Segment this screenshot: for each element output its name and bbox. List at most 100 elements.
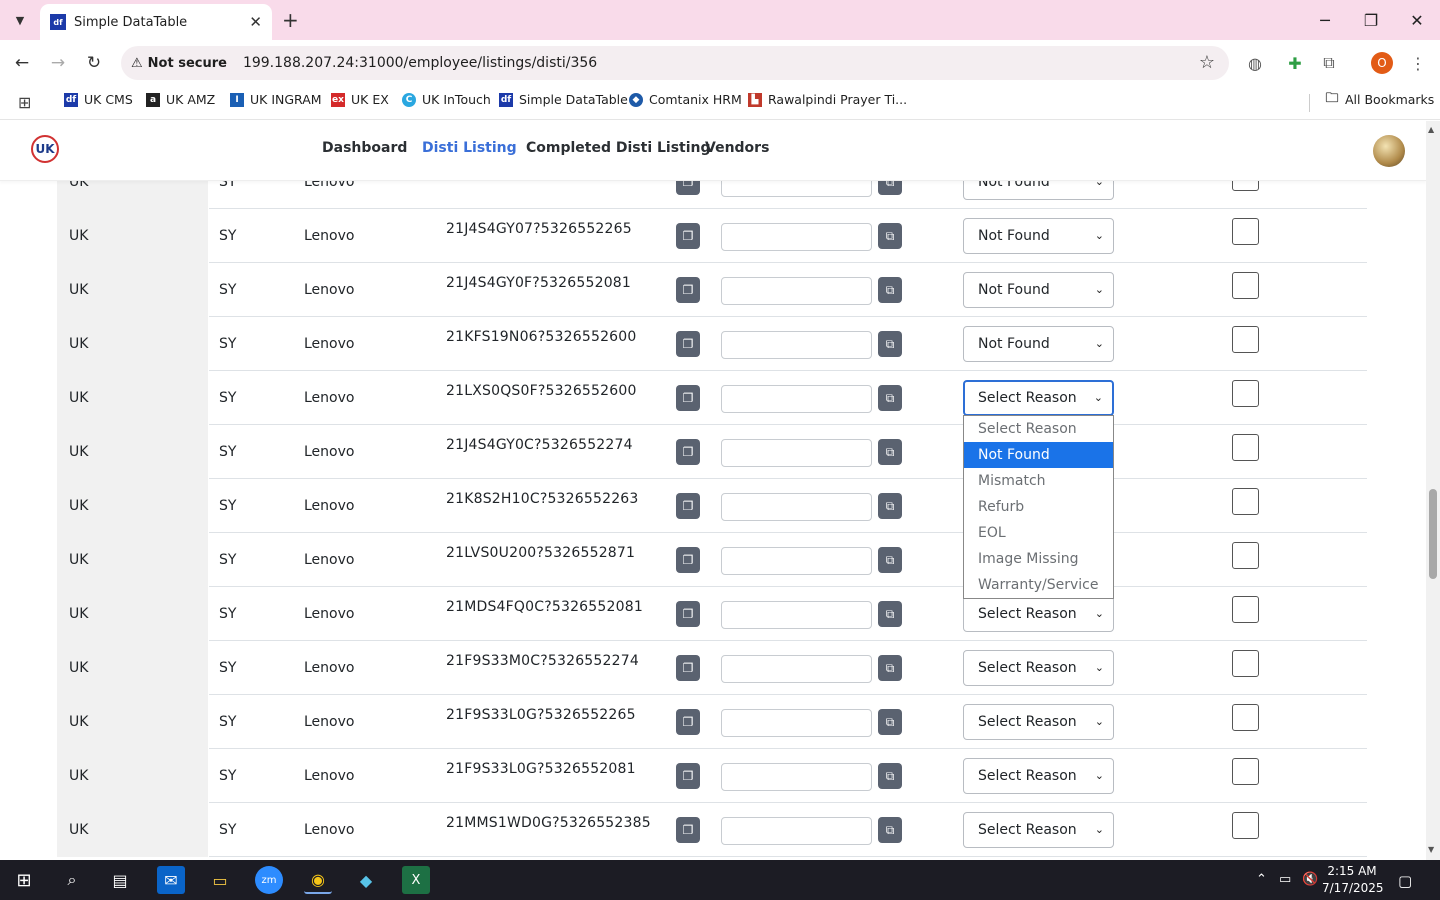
paste-icon[interactable]: ⧉ — [878, 439, 902, 465]
profile-avatar-icon[interactable]: O — [1371, 52, 1393, 74]
forward-arrow-icon[interactable]: → — [45, 50, 71, 76]
bookmark-comtanix-hrm[interactable]: ◆ Comtanix HRM — [629, 92, 742, 107]
apps-grid-icon[interactable]: ⊞ — [18, 93, 31, 112]
reason-select[interactable]: Select Reason ⌄ — [963, 596, 1114, 632]
scrollbar-thumb[interactable] — [1429, 489, 1437, 579]
bookmark-uk-amz[interactable]: a UK AMZ — [146, 92, 215, 107]
zoom-icon[interactable]: zm — [255, 866, 283, 894]
copy-icon[interactable]: ❐ — [676, 493, 700, 519]
close-window-icon[interactable]: ✕ — [1394, 6, 1440, 34]
link-input[interactable] — [721, 817, 872, 845]
nav-disti-listing[interactable]: Disti Listing — [422, 140, 517, 156]
paste-icon[interactable]: ⧉ — [878, 385, 902, 411]
reason-select[interactable]: Not Found ⌄ — [963, 326, 1114, 362]
copy-icon[interactable]: ❐ — [676, 763, 700, 789]
volume-muted-icon[interactable]: 🔇 — [1302, 872, 1318, 887]
row-checkbox[interactable] — [1232, 434, 1259, 461]
row-checkbox[interactable] — [1232, 542, 1259, 569]
reason-select[interactable]: Select Reason ⌄ — [963, 758, 1114, 794]
security-chip[interactable]: ⚠ Not secure — [131, 56, 227, 71]
url-text[interactable]: 199.188.207.24:31000/employee/listings/d… — [243, 55, 597, 71]
reload-icon[interactable]: ↻ — [81, 50, 107, 76]
outlook-icon[interactable]: ✉ — [157, 866, 185, 894]
network-icon[interactable]: ▭ — [1279, 872, 1291, 887]
copy-icon[interactable]: ❐ — [676, 655, 700, 681]
copy-icon[interactable]: ❐ — [676, 385, 700, 411]
reason-select[interactable]: Select Reason ⌄ — [963, 380, 1114, 416]
row-checkbox[interactable] — [1232, 326, 1259, 353]
copy-icon[interactable]: ❐ — [676, 439, 700, 465]
row-checkbox[interactable] — [1232, 596, 1259, 623]
link-input[interactable] — [721, 709, 872, 737]
windows-start-icon[interactable]: ⊞ — [10, 866, 38, 894]
link-input[interactable] — [721, 763, 872, 791]
row-checkbox[interactable] — [1232, 704, 1259, 731]
copy-icon[interactable]: ❐ — [676, 223, 700, 249]
scroll-up-arrow-icon[interactable]: ▲ — [1428, 125, 1434, 134]
bookmark-rawalpindi-prayer[interactable]: ▙ Rawalpindi Prayer Ti... — [748, 92, 907, 107]
copy-icon[interactable]: ❐ — [676, 331, 700, 357]
paste-icon[interactable]: ⧉ — [878, 655, 902, 681]
new-tab-plus-icon[interactable]: + — [282, 8, 299, 32]
link-input[interactable] — [721, 331, 872, 359]
paste-icon[interactable]: ⧉ — [878, 181, 902, 195]
paste-icon[interactable]: ⧉ — [878, 601, 902, 627]
bookmark-uk-ex[interactable]: ex UK EX — [331, 92, 389, 107]
restore-icon[interactable]: ❐ — [1348, 6, 1394, 34]
reason-select[interactable]: Not Found ⌄ — [963, 181, 1114, 200]
row-checkbox[interactable] — [1232, 650, 1259, 677]
bookmark-star-icon[interactable]: ☆ — [1199, 52, 1215, 73]
row-checkbox[interactable] — [1232, 272, 1259, 299]
user-avatar[interactable] — [1373, 135, 1405, 167]
paste-icon[interactable]: ⧉ — [878, 709, 902, 735]
task-view-icon[interactable]: ▤ — [106, 866, 134, 894]
extension-puzzle-green-icon[interactable]: ✚ — [1284, 52, 1306, 74]
dropdown-option[interactable]: Refurb — [964, 494, 1113, 520]
row-checkbox[interactable] — [1232, 218, 1259, 245]
copy-icon[interactable]: ❐ — [676, 601, 700, 627]
extensions-icon[interactable]: ⧉ — [1318, 52, 1340, 74]
link-input[interactable] — [721, 547, 872, 575]
chrome-menu-icon[interactable]: ⋮ — [1407, 52, 1429, 74]
translate-globe-icon[interactable]: ◍ — [1244, 52, 1266, 74]
link-input[interactable] — [721, 655, 872, 683]
link-input[interactable] — [721, 439, 872, 467]
copy-icon[interactable]: ❐ — [676, 547, 700, 573]
nav-vendors[interactable]: Vendors — [705, 140, 769, 156]
tab-close-icon[interactable]: ✕ — [249, 13, 262, 31]
paste-icon[interactable]: ⧉ — [878, 331, 902, 357]
back-arrow-icon[interactable]: ← — [9, 50, 35, 76]
file-explorer-icon[interactable]: ▭ — [206, 866, 234, 894]
chrome-icon[interactable]: ◉ — [304, 866, 332, 894]
minimize-icon[interactable]: ─ — [1302, 6, 1348, 34]
reason-select[interactable]: Select Reason ⌄ — [963, 812, 1114, 848]
dropdown-option[interactable]: Select Reason — [964, 416, 1113, 442]
row-checkbox[interactable] — [1232, 380, 1259, 407]
row-checkbox[interactable] — [1232, 181, 1259, 191]
dropdown-option[interactable]: Warranty/Service — [964, 572, 1113, 598]
copy-icon[interactable]: ❐ — [676, 817, 700, 843]
dropdown-option[interactable]: Image Missing — [964, 546, 1113, 572]
bookmark-uk-intouch[interactable]: C UK InTouch — [402, 92, 491, 107]
excel-icon[interactable]: X — [402, 866, 430, 894]
address-bar[interactable]: ⚠ Not secure 199.188.207.24:31000/employ… — [121, 46, 1229, 80]
browser-tab-active[interactable]: df Simple DataTable ✕ — [40, 4, 272, 40]
paste-icon[interactable]: ⧉ — [878, 763, 902, 789]
nav-completed-disti-listing[interactable]: Completed Disti Listing — [526, 140, 711, 156]
nav-dashboard[interactable]: Dashboard — [322, 140, 407, 156]
reason-select[interactable]: Not Found ⌄ — [963, 218, 1114, 254]
row-checkbox[interactable] — [1232, 812, 1259, 839]
taskbar-clock[interactable]: 2:15 AM 7/17/2025 — [1322, 863, 1384, 897]
dropdown-option[interactable]: Mismatch — [964, 468, 1113, 494]
copy-icon[interactable]: ❐ — [676, 277, 700, 303]
app-diamond-icon[interactable]: ◆ — [352, 866, 380, 894]
paste-icon[interactable]: ⧉ — [878, 277, 902, 303]
tab-search-chevron-icon[interactable]: ▼ — [6, 6, 34, 34]
bookmark-uk-cms[interactable]: df UK CMS — [64, 92, 133, 107]
page-scrollbar[interactable]: ▲ ▼ — [1426, 121, 1440, 860]
link-input[interactable] — [721, 385, 872, 413]
tray-chevron-up-icon[interactable]: ⌃ — [1256, 872, 1267, 887]
link-input[interactable] — [721, 601, 872, 629]
reason-select[interactable]: Not Found ⌄ — [963, 272, 1114, 308]
scroll-down-arrow-icon[interactable]: ▼ — [1428, 845, 1434, 854]
